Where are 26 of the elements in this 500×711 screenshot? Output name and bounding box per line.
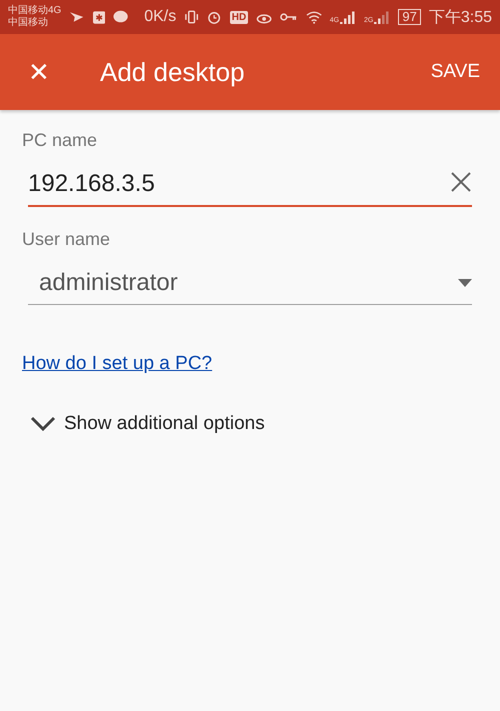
carrier-name: 中国移动 [8,17,49,29]
help-link[interactable]: How do I set up a PC? [22,353,212,375]
dropdown-field[interactable]: administrator [28,262,472,305]
signal-icon [340,10,356,24]
vibrate-icon [184,9,200,25]
chat-icon [112,10,128,24]
input-field[interactable]: 192.168.3.5 [28,163,472,207]
caret-icon [458,279,472,287]
wifi-icon [306,10,322,24]
send-icon [69,10,85,24]
field-label: User name [22,229,112,250]
hd-badge: HD [230,10,248,24]
battery-level: 97 [398,9,421,25]
alarm-icon [207,10,222,24]
clock-time: 下午3:55 [428,8,492,28]
network-speed: 0K/s [144,8,176,26]
signal-icon [374,10,390,24]
options-toggle[interactable]: Show additional options [22,413,265,435]
close-button[interactable]: ✕ [24,56,54,88]
app-icon [92,10,105,24]
carrier-name: 中国移动4G [8,5,62,16]
field-label: PC name [22,130,98,151]
save-button[interactable]: SAVE [430,61,480,83]
chevron-icon [30,416,56,432]
screen-title: Add desktop [100,56,246,88]
key-icon [280,12,298,22]
